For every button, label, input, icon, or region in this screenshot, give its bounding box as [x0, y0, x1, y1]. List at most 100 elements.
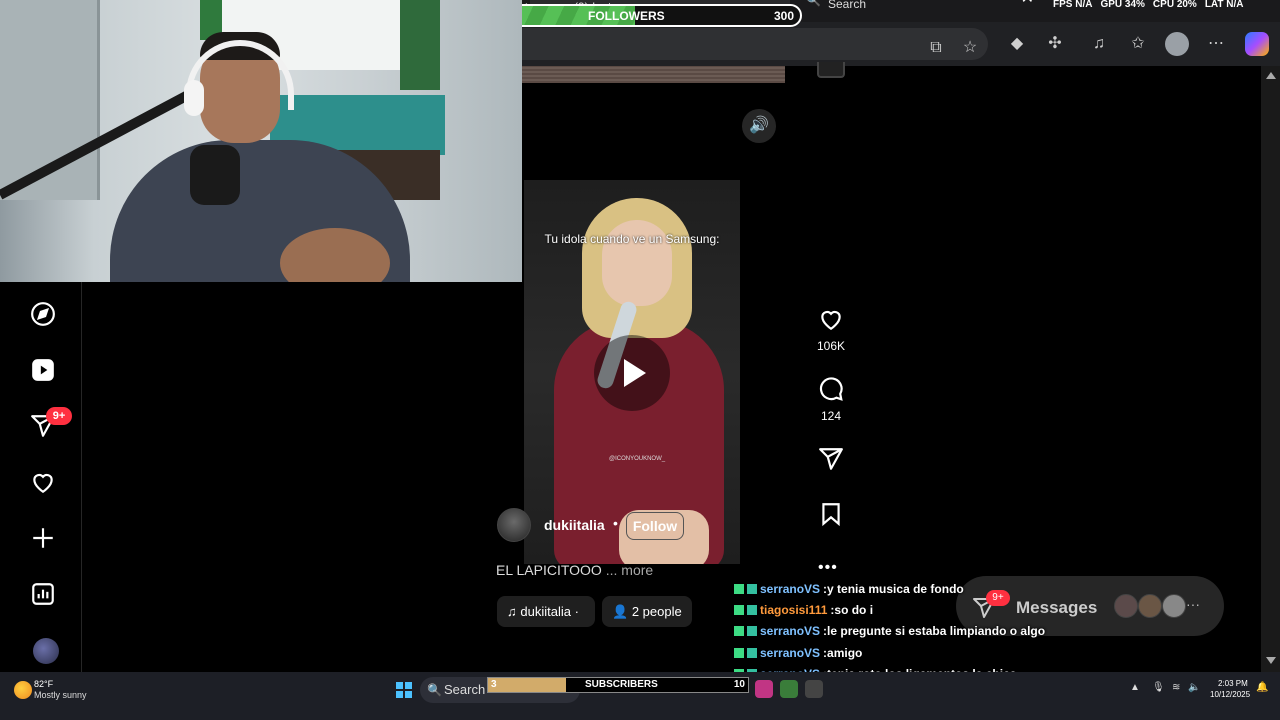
- page-scrollbar[interactable]: [1261, 66, 1280, 672]
- comment-button[interactable]: 124: [812, 376, 850, 423]
- close-icon[interactable]: ✕: [1021, 0, 1034, 7]
- explore-compass-icon[interactable]: [28, 299, 58, 329]
- audio-label: dukiitalia ·: [520, 604, 579, 619]
- weather-temp: 82°F: [34, 679, 54, 689]
- previous-reel-thumb: [817, 62, 845, 78]
- search-icon: 🔍: [806, 0, 821, 7]
- chevron-up-icon[interactable]: ▲: [1130, 682, 1140, 693]
- scroll-down-icon[interactable]: [1266, 657, 1276, 664]
- save-button[interactable]: [812, 501, 850, 532]
- search-icon: 🔍: [427, 683, 442, 697]
- previous-reel-edge: [522, 66, 785, 83]
- chat-message: tiagosisi111: so do i: [734, 599, 1154, 620]
- music-note-icon: ♫: [507, 604, 517, 619]
- reels-icon[interactable]: [28, 355, 58, 385]
- profile-avatar[interactable]: [33, 638, 59, 664]
- chart-icon[interactable]: [28, 579, 58, 609]
- subs-current: 3: [491, 679, 497, 690]
- open-external-icon[interactable]: ⧉: [924, 36, 948, 60]
- address-bar[interactable]: ⧉ ☆: [522, 28, 988, 60]
- extension-diamond-icon[interactable]: ◆: [1005, 32, 1029, 56]
- more-options-icon[interactable]: •••: [818, 559, 838, 577]
- chat-badge-icon: [747, 605, 757, 616]
- chat-text: le pregunte si estaba limpiando o algo: [827, 624, 1046, 639]
- search-tab[interactable]: 🔍 Search ✕: [800, 0, 1040, 22]
- copilot-icon[interactable]: [1245, 32, 1269, 56]
- puzzle-icon[interactable]: ✣: [1043, 32, 1067, 56]
- caption-text: EL LAPICITOOO: [496, 562, 602, 578]
- chat-badge-icon: [734, 605, 744, 616]
- windows-taskbar: 82°F Mostly sunny 🔍 Search 3 SUBSCRIBERS…: [0, 672, 1280, 720]
- profile-avatar-icon[interactable]: [1165, 32, 1189, 56]
- author-name[interactable]: dukiitalia: [544, 517, 605, 533]
- subs-target: 10: [733, 679, 745, 690]
- separator-dot: •: [613, 515, 618, 531]
- play-icon[interactable]: [594, 335, 670, 411]
- fps-stat: FPS N/A: [1053, 0, 1093, 10]
- share-button[interactable]: [812, 446, 850, 477]
- audio-pill[interactable]: ♫ dukiitalia ·: [497, 596, 595, 627]
- bookmark-icon: [822, 503, 840, 527]
- instagram-app-icon[interactable]: [755, 680, 773, 698]
- star-icon[interactable]: ☆: [958, 36, 982, 60]
- chat-username[interactable]: serranoVS: [760, 624, 820, 638]
- favorites-icon[interactable]: ✩: [1126, 32, 1150, 56]
- person-icon: 👤: [612, 604, 629, 619]
- chat-badge-icon: [734, 583, 744, 594]
- gpu-stat: GPU 34%: [1100, 0, 1145, 10]
- video-watermark: @ICONYOUKNOW_: [609, 456, 666, 462]
- chat-badge-icon: [734, 647, 744, 658]
- clock-date[interactable]: 10/12/2025: [1210, 690, 1250, 699]
- taskbar-search-label: Search: [444, 682, 486, 697]
- app-icon[interactable]: [780, 680, 798, 698]
- chat-text: y tenia musica de fondo: [827, 581, 964, 596]
- instagram-sidebar: 9+: [4, 282, 82, 672]
- wifi-icon[interactable]: ≋: [1172, 682, 1180, 693]
- scroll-up-icon[interactable]: [1266, 72, 1276, 79]
- cpu-stat: CPU 20%: [1152, 0, 1197, 10]
- followers-label: FOLLOWERS: [588, 9, 665, 23]
- media-control-icon[interactable]: ♫: [1087, 32, 1111, 56]
- chat-username[interactable]: serranoVS: [760, 582, 820, 596]
- notification-bell-icon[interactable]: 🔔: [1256, 682, 1268, 693]
- weather-sun-icon[interactable]: [14, 681, 32, 699]
- followers-target: 300: [773, 9, 794, 23]
- video-overlay-text: Tu idola cuando ve un Samsung:: [544, 232, 720, 246]
- comment-icon: [819, 377, 843, 401]
- address-row: ⧉ ☆ ◆ ✣ ♫ ✩ ⋯: [522, 24, 1280, 64]
- menu-dots-icon[interactable]: ⋯: [1204, 32, 1228, 56]
- like-button[interactable]: 106K: [812, 306, 850, 353]
- weather-desc: Mostly sunny: [34, 690, 87, 700]
- screen: ✕ (9) Instagram 🔍 Search ✕ FPS N/A GPU 3…: [0, 0, 1280, 720]
- volume-icon[interactable]: 🔊: [742, 109, 776, 143]
- subscribers-progress-fill: [488, 678, 566, 692]
- performance-stats: FPS N/A GPU 34% CPU 20% LAT N/A: [1045, 0, 1280, 12]
- lat-stat: LAT N/A: [1204, 0, 1244, 10]
- contact-avatar: [1162, 594, 1186, 618]
- search-tab-label: Search: [828, 0, 867, 11]
- chat-username[interactable]: tiagosisi111: [760, 603, 827, 617]
- comment-count: 124: [820, 409, 842, 423]
- chat-badge-icon: [734, 626, 744, 637]
- messages-more[interactable]: ···: [1186, 596, 1200, 612]
- chat-message: serranoVS: amigo: [734, 642, 1154, 663]
- send-icon: [819, 448, 843, 470]
- mic-icon[interactable]: 🎙: [1152, 682, 1165, 693]
- plus-icon[interactable]: [28, 523, 58, 553]
- speaker-icon[interactable]: 🔈: [1188, 682, 1200, 693]
- caption-more-link[interactable]: ... more: [606, 562, 653, 578]
- chat-text: amigo: [827, 645, 863, 660]
- app-icon[interactable]: [805, 680, 823, 698]
- subscribers-goal-bar: 3 SUBSCRIBERS 10: [487, 677, 749, 693]
- chat-username[interactable]: serranoVS: [760, 646, 820, 660]
- microphone: [190, 145, 240, 205]
- windows-start-icon[interactable]: [396, 682, 412, 698]
- clock-time[interactable]: 2:03 PM: [1218, 679, 1248, 688]
- tagged-people-pill[interactable]: 👤 2 people: [602, 596, 692, 627]
- author-avatar[interactable]: [497, 508, 531, 542]
- heart-icon[interactable]: [28, 467, 58, 497]
- follow-button[interactable]: Follow: [626, 512, 684, 540]
- messages-badge: 9+: [46, 407, 72, 425]
- like-count: 106K: [816, 339, 846, 353]
- heart-icon: [821, 310, 841, 331]
